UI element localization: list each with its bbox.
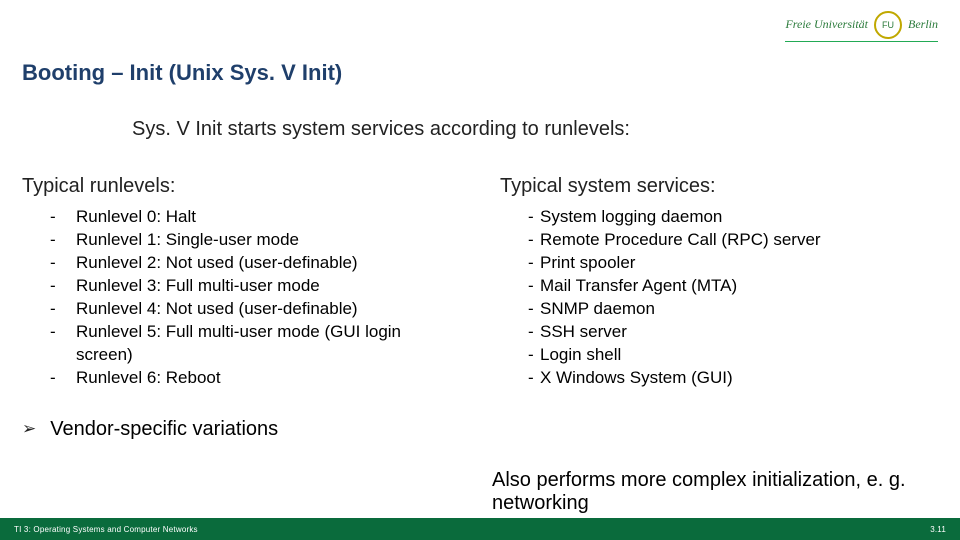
list-item: -Runlevel 3: Full multi-user mode	[50, 275, 460, 298]
footer-right: 3.11	[930, 525, 946, 534]
left-column: Typical runlevels: -Runlevel 0: Halt-Run…	[22, 175, 460, 390]
dash-icon: -	[528, 206, 538, 229]
dash-icon: -	[528, 229, 538, 252]
dash-icon: -	[528, 275, 538, 298]
columns: Typical runlevels: -Runlevel 0: Halt-Run…	[22, 175, 938, 390]
dash-icon: -	[528, 321, 538, 344]
list-item-text: Runlevel 4: Not used (user-definable)	[64, 298, 460, 321]
arrow-icon: ➢	[22, 419, 36, 439]
list-item-text: Runlevel 2: Not used (user-definable)	[64, 252, 460, 275]
footer-left: TI 3: Operating Systems and Computer Net…	[14, 525, 198, 534]
dash-icon: -	[50, 321, 64, 344]
right-column: Typical system services: -System logging…	[500, 175, 938, 390]
list-item: -Runlevel 0: Halt	[50, 206, 460, 229]
dash-icon: -	[50, 206, 64, 229]
intro-text: Sys. V Init starts system services accor…	[132, 118, 938, 141]
right-heading: Typical system services:	[500, 175, 938, 198]
list-item-text: Login shell	[538, 344, 938, 367]
list-item-text: Runlevel 0: Halt	[64, 206, 460, 229]
arrow-text: Vendor-specific variations	[50, 418, 278, 441]
dash-icon: -	[528, 344, 538, 367]
list-item: -Runlevel 6: Reboot	[50, 367, 460, 390]
list-item: -Runlevel 4: Not used (user-definable)	[50, 298, 460, 321]
list-item-text: SNMP daemon	[538, 298, 938, 321]
list-item: -X Windows System (GUI)	[528, 367, 938, 390]
left-heading: Typical runlevels:	[22, 175, 460, 198]
dash-icon: -	[50, 252, 64, 275]
university-logo: Freie Universität FU Berlin	[785, 11, 938, 42]
slide-title: Booting – Init (Unix Sys. V Init)	[22, 60, 938, 86]
list-item-text: SSH server	[538, 321, 938, 344]
closing-text: Also performs more complex initializatio…	[492, 469, 938, 515]
list-item: -Mail Transfer Agent (MTA)	[528, 275, 938, 298]
seal-icon: FU	[874, 11, 902, 39]
list-item-text: Runlevel 6: Reboot	[64, 367, 460, 390]
arrow-bullet: ➢ Vendor-specific variations	[22, 418, 938, 441]
list-item: -Runlevel 5: Full multi-user mode (GUI l…	[50, 321, 460, 367]
list-item-text: Print spooler	[538, 252, 938, 275]
dash-icon: -	[528, 367, 538, 390]
list-item-text: Remote Procedure Call (RPC) server	[538, 229, 938, 252]
list-item: -Remote Procedure Call (RPC) server	[528, 229, 938, 252]
list-item: -Login shell	[528, 344, 938, 367]
slide: Freie Universität FU Berlin Booting – In…	[0, 0, 960, 540]
dash-icon: -	[528, 252, 538, 275]
list-item: -Print spooler	[528, 252, 938, 275]
dash-icon: -	[50, 275, 64, 298]
footer: TI 3: Operating Systems and Computer Net…	[0, 518, 960, 540]
dash-icon: -	[50, 367, 64, 390]
left-list: -Runlevel 0: Halt-Runlevel 1: Single-use…	[50, 206, 460, 390]
list-item-text: Runlevel 5: Full multi-user mode (GUI lo…	[64, 321, 460, 367]
dash-icon: -	[50, 298, 64, 321]
list-item-text: Runlevel 3: Full multi-user mode	[64, 275, 460, 298]
header: Freie Universität FU Berlin	[22, 0, 938, 46]
list-item-text: System logging daemon	[538, 206, 938, 229]
dash-icon: -	[528, 298, 538, 321]
logo-text-a: Freie Universität	[785, 17, 868, 32]
list-item: -SSH server	[528, 321, 938, 344]
list-item-text: Mail Transfer Agent (MTA)	[538, 275, 938, 298]
list-item: -SNMP daemon	[528, 298, 938, 321]
logo-text-b: Berlin	[908, 17, 938, 32]
list-item: -System logging daemon	[528, 206, 938, 229]
list-item: -Runlevel 2: Not used (user-definable)	[50, 252, 460, 275]
list-item: -Runlevel 1: Single-user mode	[50, 229, 460, 252]
dash-icon: -	[50, 229, 64, 252]
right-list: -System logging daemon-Remote Procedure …	[528, 206, 938, 390]
list-item-text: Runlevel 1: Single-user mode	[64, 229, 460, 252]
list-item-text: X Windows System (GUI)	[538, 367, 938, 390]
